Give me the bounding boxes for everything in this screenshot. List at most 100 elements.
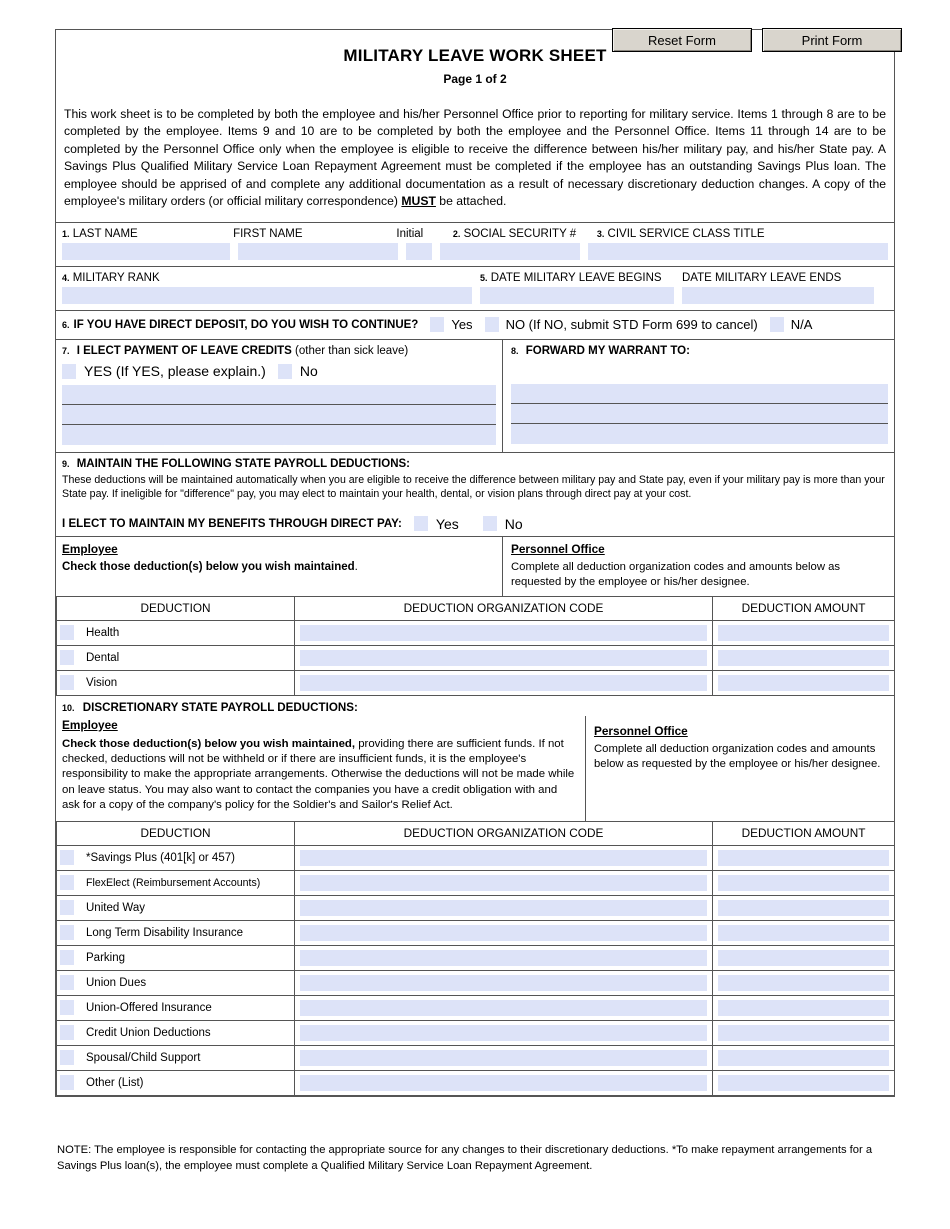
item9-amount-input[interactable] bbox=[718, 624, 889, 641]
reset-form-button[interactable]: Reset Form bbox=[612, 28, 752, 52]
item10-amount-input[interactable] bbox=[718, 849, 889, 866]
item10-amount-input[interactable] bbox=[718, 1074, 889, 1091]
item10-code-input[interactable] bbox=[300, 1049, 707, 1066]
ssn-input[interactable] bbox=[440, 243, 580, 261]
intro-text-1: This work sheet is to be completed by bo… bbox=[64, 107, 886, 209]
item9-checkbox[interactable] bbox=[60, 675, 74, 691]
item10-checkbox[interactable] bbox=[60, 1075, 74, 1091]
item10-checkbox[interactable] bbox=[60, 1050, 74, 1066]
item9-code-input[interactable] bbox=[300, 624, 707, 641]
item10-instructions: Employee Check those deduction(s) below … bbox=[56, 715, 894, 821]
item9-amount-input[interactable] bbox=[718, 674, 889, 691]
class-title-input[interactable] bbox=[588, 243, 888, 261]
table-row: Vision bbox=[56, 669, 895, 696]
direct-deposit-no-checkbox[interactable] bbox=[484, 317, 499, 333]
print-form-button[interactable]: Print Form bbox=[762, 28, 902, 52]
item10-code-input[interactable] bbox=[300, 899, 707, 916]
item8-block: 8. FORWARD MY WARRANT TO: bbox=[503, 340, 894, 452]
item9-code-input[interactable] bbox=[300, 649, 707, 666]
item10-code-input[interactable] bbox=[300, 1024, 707, 1041]
item10-code-input[interactable] bbox=[300, 999, 707, 1016]
item10-amount-cell bbox=[712, 1069, 895, 1096]
item9-checkbox[interactable] bbox=[60, 650, 74, 666]
item10-label: Other (List) bbox=[86, 1076, 144, 1089]
item10-checkbox[interactable] bbox=[60, 900, 74, 916]
item10-name-cell: Union Dues bbox=[56, 969, 295, 996]
item9-amount-cell bbox=[712, 644, 895, 671]
last-name-input[interactable] bbox=[62, 243, 230, 261]
leave-ends-label: DATE MILITARY LEAVE ENDS bbox=[682, 272, 842, 285]
item10-checkbox[interactable] bbox=[60, 950, 74, 966]
section-maintain-deductions: 9. MAINTAIN THE FOLLOWING STATE PAYROLL … bbox=[56, 453, 894, 535]
item10-code-input[interactable] bbox=[300, 924, 707, 941]
item9-amount-input[interactable] bbox=[718, 649, 889, 666]
item10-code-input[interactable] bbox=[300, 874, 707, 891]
item10-amount-cell bbox=[712, 944, 895, 971]
item10-code-cell bbox=[294, 869, 713, 896]
item10-code-cell bbox=[294, 969, 713, 996]
item8-address-line-1[interactable] bbox=[511, 384, 888, 405]
section-identity: 1. LAST NAME FIRST NAME Initial 2. SOCIA… bbox=[56, 223, 894, 266]
item10-personnel-header: Personnel Office bbox=[594, 723, 688, 738]
item7-yes-checkbox[interactable] bbox=[62, 363, 76, 379]
item7-yes-label: YES (If YES, please explain.) bbox=[84, 363, 266, 380]
item8-address-line-3[interactable] bbox=[511, 424, 888, 445]
item7-explain-line-1[interactable] bbox=[62, 385, 496, 406]
item9-employee-text-period: . bbox=[354, 560, 358, 573]
item10-amount-cell bbox=[712, 1019, 895, 1046]
item9-number: 9. bbox=[62, 459, 70, 470]
item10-label: FlexElect (Reimbursement Accounts) bbox=[86, 876, 261, 889]
item10-name-cell: Other (List) bbox=[56, 1069, 295, 1096]
item10-checkbox[interactable] bbox=[60, 975, 74, 991]
item8-address-line-2[interactable] bbox=[511, 404, 888, 425]
item10-code-input[interactable] bbox=[300, 849, 707, 866]
item10-amount-input[interactable] bbox=[718, 1024, 889, 1041]
item10-checkbox[interactable] bbox=[60, 1025, 74, 1041]
item10-amount-input[interactable] bbox=[718, 899, 889, 916]
item10-amount-input[interactable] bbox=[718, 874, 889, 891]
item10-amount-input[interactable] bbox=[718, 924, 889, 941]
middle-initial-input[interactable] bbox=[406, 243, 432, 261]
leave-begins-label: DATE MILITARY LEAVE BEGINS bbox=[490, 272, 662, 285]
table-row: Dental bbox=[56, 644, 895, 671]
item7-explain-line-2[interactable] bbox=[62, 405, 496, 426]
item9-code-input[interactable] bbox=[300, 674, 707, 691]
item9-no-checkbox[interactable] bbox=[482, 516, 497, 532]
item10-col-org-code: DEDUCTION ORGANIZATION CODE bbox=[294, 820, 713, 846]
item9-label: Health bbox=[86, 626, 120, 639]
item10-checkbox[interactable] bbox=[60, 850, 74, 866]
direct-deposit-na-checkbox[interactable] bbox=[769, 317, 784, 333]
item9-name-cell: Health bbox=[56, 619, 295, 646]
leave-ends-input[interactable] bbox=[682, 287, 874, 305]
direct-deposit-no-label: NO (If NO, submit STD Form 699 to cancel… bbox=[505, 317, 758, 333]
rank-number: 4. bbox=[62, 273, 70, 284]
item10-amount-input[interactable] bbox=[718, 949, 889, 966]
item9-yes-checkbox[interactable] bbox=[413, 516, 428, 532]
intro-must: MUST bbox=[401, 194, 436, 209]
item7-title: I ELECT PAYMENT OF LEAVE CREDITS bbox=[76, 345, 292, 358]
table-row: Parking bbox=[56, 944, 895, 971]
table-row: Union-Offered Insurance bbox=[56, 994, 895, 1021]
item10-amount-input[interactable] bbox=[718, 999, 889, 1016]
item10-checkbox[interactable] bbox=[60, 1000, 74, 1016]
item10-code-input[interactable] bbox=[300, 949, 707, 966]
item10-code-input[interactable] bbox=[300, 1074, 707, 1091]
item7-explain-line-3[interactable] bbox=[62, 425, 496, 446]
item10-title-row: 10. DISCRETIONARY STATE PAYROLL DEDUCTIO… bbox=[56, 696, 894, 716]
item10-amount-input[interactable] bbox=[718, 1049, 889, 1066]
class-title-number: 3. bbox=[596, 229, 605, 240]
item10-amount-input[interactable] bbox=[718, 974, 889, 991]
item10-name-cell: Long Term Disability Insurance bbox=[56, 919, 295, 946]
item9-yes-label: Yes bbox=[435, 515, 459, 532]
item10-code-cell bbox=[294, 1044, 713, 1071]
first-name-input[interactable] bbox=[238, 243, 398, 261]
item7-no-checkbox[interactable] bbox=[277, 363, 292, 379]
leave-begins-input[interactable] bbox=[480, 287, 674, 305]
direct-deposit-yes-checkbox[interactable] bbox=[430, 317, 445, 333]
item9-deduction-table: DEDUCTION DEDUCTION ORGANIZATION CODE DE… bbox=[56, 595, 895, 696]
item9-checkbox[interactable] bbox=[60, 625, 74, 641]
item10-checkbox[interactable] bbox=[60, 875, 74, 891]
item10-checkbox[interactable] bbox=[60, 925, 74, 941]
item10-code-input[interactable] bbox=[300, 974, 707, 991]
military-rank-input[interactable] bbox=[62, 287, 472, 305]
